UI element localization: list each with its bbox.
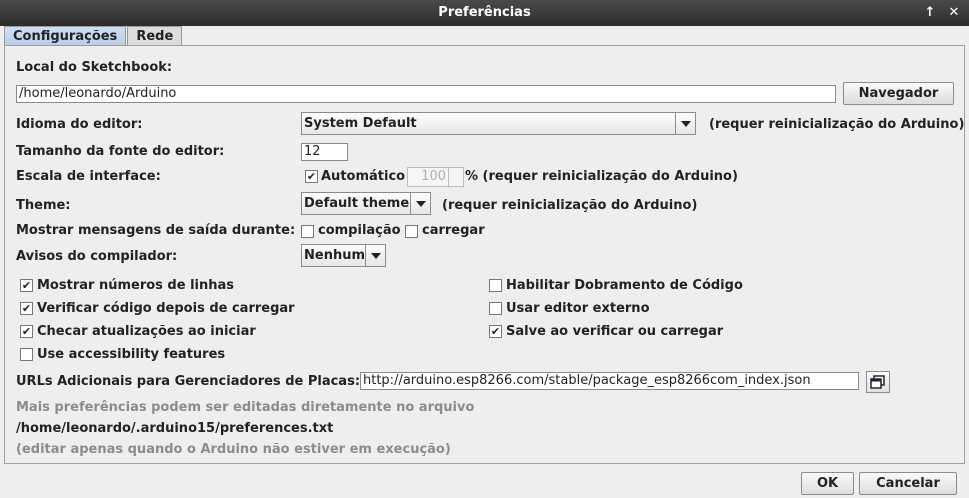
font-size-input[interactable]: 12 bbox=[301, 143, 348, 161]
tab-bar: Configurações Rede bbox=[4, 26, 183, 46]
dialog-footer: OK Cancelar bbox=[0, 468, 969, 498]
scale-label: Escala de interface: bbox=[16, 169, 161, 184]
tab-configuracoes[interactable]: Configurações bbox=[4, 26, 127, 46]
settings-panel: Local do Sketchbook: /home/leonardo/Ardu… bbox=[4, 45, 965, 464]
theme-label: Theme: bbox=[16, 198, 71, 213]
font-size-label: Tamanho da fonte do editor: bbox=[16, 144, 225, 159]
window-list-icon bbox=[870, 375, 885, 389]
warnings-selected: Nenhum bbox=[304, 248, 366, 263]
external-editor-checkbox[interactable] bbox=[489, 302, 502, 315]
line-numbers-label: Mostrar números de linhas bbox=[37, 278, 234, 293]
scale-auto-label: Automático bbox=[321, 169, 406, 184]
chevron-down-icon bbox=[410, 193, 430, 214]
scale-value: 100 bbox=[421, 169, 446, 184]
prefs-file-path: /home/leonardo/.arduino15/preferences.tx… bbox=[16, 421, 334, 436]
cancel-button[interactable]: Cancelar bbox=[859, 472, 957, 495]
verbose-label: Mostrar mensagens de saída durante: bbox=[16, 223, 296, 238]
verbose-compile-label: compilação bbox=[318, 223, 401, 238]
check-updates-label: Checar atualizações ao iniciar bbox=[37, 324, 256, 339]
verbose-upload-label: carregar bbox=[422, 223, 485, 238]
prefs-edit-note: (editar apenas quando o Arduino não esti… bbox=[16, 442, 451, 457]
external-editor-label: Usar editor externo bbox=[506, 301, 650, 316]
theme-note: (requer reinicialização do Arduino) bbox=[442, 198, 698, 213]
scale-spinner[interactable]: 100 bbox=[407, 167, 464, 187]
scale-auto-checkbox[interactable]: ✔ bbox=[305, 170, 318, 183]
save-verify-checkbox[interactable]: ✔ bbox=[489, 325, 502, 338]
language-selected: System Default bbox=[304, 116, 417, 131]
language-select[interactable]: System Default bbox=[301, 112, 696, 135]
window-controls: ↑ ✕ bbox=[923, 0, 961, 26]
language-label: Idioma do editor: bbox=[16, 117, 143, 132]
scale-note: % (requer reinicialização do Arduino) bbox=[465, 169, 738, 184]
save-verify-label: Salve ao verificar ou carregar bbox=[506, 324, 724, 339]
theme-select[interactable]: Default theme bbox=[301, 192, 431, 215]
sketchbook-label: Local do Sketchbook: bbox=[16, 60, 173, 75]
keep-above-button[interactable]: ↑ bbox=[923, 0, 937, 26]
verify-upload-checkbox[interactable]: ✔ bbox=[20, 302, 33, 315]
verbose-compile-checkbox[interactable] bbox=[301, 225, 314, 238]
title-bar: Preferências ↑ ✕ bbox=[0, 0, 969, 26]
tab-rede[interactable]: Rede bbox=[127, 26, 183, 46]
close-button[interactable]: ✕ bbox=[947, 0, 961, 26]
theme-selected: Default theme bbox=[304, 196, 410, 211]
accessibility-label: Use accessibility features bbox=[37, 347, 226, 362]
boards-url-label: URLs Adicionais para Gerenciadores de Pl… bbox=[16, 374, 361, 389]
chevron-down-icon bbox=[675, 113, 695, 134]
sketchbook-path-input[interactable]: /home/leonardo/Arduino bbox=[16, 85, 836, 103]
browse-button[interactable]: Navegador bbox=[843, 82, 954, 105]
window-title: Preferências bbox=[438, 5, 531, 20]
language-note: (requer reinicialização do Arduino) bbox=[709, 117, 965, 132]
spinner-arrows-icon bbox=[448, 168, 463, 186]
code-folding-checkbox[interactable] bbox=[489, 279, 502, 292]
ok-button[interactable]: OK bbox=[801, 472, 854, 495]
chevron-down-icon bbox=[365, 245, 385, 266]
boards-url-input[interactable]: http://arduino.esp8266.com/stable/packag… bbox=[360, 372, 859, 390]
line-numbers-checkbox[interactable]: ✔ bbox=[20, 279, 33, 292]
warnings-label: Avisos do compilador: bbox=[16, 249, 178, 264]
code-folding-label: Habilitar Dobramento de Código bbox=[506, 278, 743, 293]
warnings-select[interactable]: Nenhum bbox=[301, 244, 386, 267]
url-list-button[interactable] bbox=[866, 371, 890, 393]
verbose-upload-checkbox[interactable] bbox=[405, 225, 418, 238]
accessibility-checkbox[interactable] bbox=[20, 348, 33, 361]
check-updates-checkbox[interactable]: ✔ bbox=[20, 325, 33, 338]
more-prefs-text: Mais preferências podem ser editadas dir… bbox=[16, 400, 475, 415]
verify-upload-label: Verificar código depois de carregar bbox=[37, 301, 295, 316]
